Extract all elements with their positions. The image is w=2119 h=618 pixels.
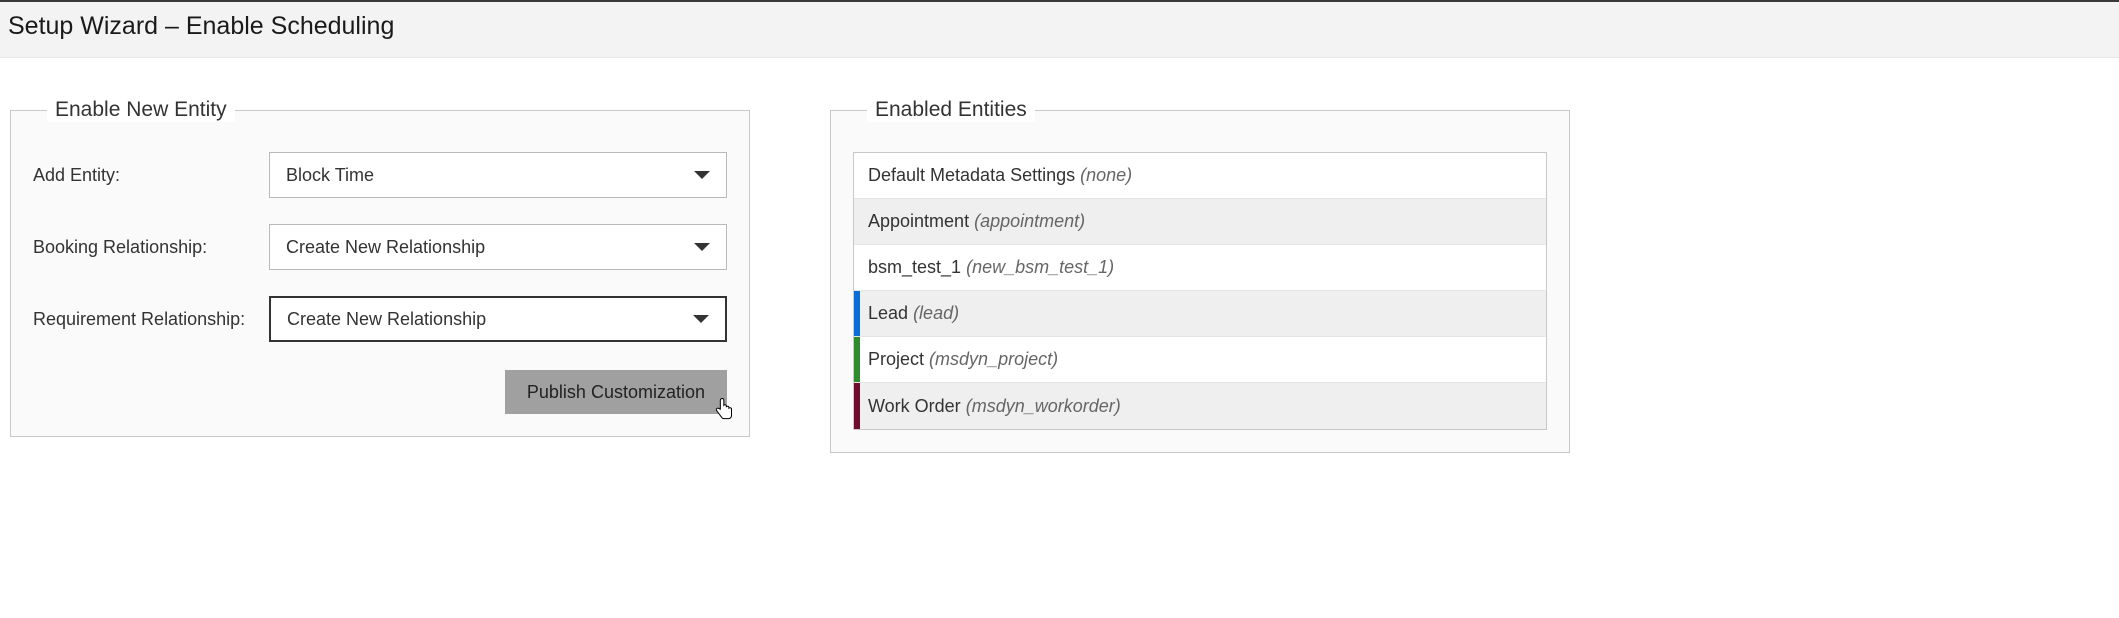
chevron-down-icon — [694, 243, 710, 251]
enable-new-entity-panel: Enable New Entity Add Entity: Block Time… — [10, 98, 750, 437]
entity-display-name: Lead — [868, 303, 908, 323]
page-title: Setup Wizard – Enable Scheduling — [8, 12, 2111, 41]
entity-list-item[interactable]: Work Order (msdyn_workorder) — [854, 383, 1546, 429]
entity-item-label: bsm_test_1 (new_bsm_test_1) — [868, 257, 1114, 278]
add-entity-dropdown[interactable]: Block Time — [269, 152, 727, 198]
button-row: Publish Customization — [33, 370, 727, 414]
entity-list-item[interactable]: Project (msdyn_project) — [854, 337, 1546, 383]
entity-system-name: (appointment) — [974, 211, 1085, 231]
entity-color-bar — [854, 383, 860, 429]
entity-display-name: Default Metadata Settings — [868, 165, 1075, 185]
entity-item-label: Project (msdyn_project) — [868, 349, 1058, 370]
entity-list-item[interactable]: Appointment (appointment) — [854, 199, 1546, 245]
booking-relationship-row: Booking Relationship: Create New Relatio… — [33, 224, 727, 270]
booking-relationship-label: Booking Relationship: — [33, 237, 269, 258]
requirement-relationship-dropdown[interactable]: Create New Relationship — [269, 296, 727, 342]
enabled-entities-legend: Enabled Entities — [867, 98, 1035, 122]
entity-system-name: (new_bsm_test_1) — [966, 257, 1114, 277]
publish-customization-button[interactable]: Publish Customization — [505, 370, 727, 414]
entity-display-name: Work Order — [868, 396, 961, 416]
enabled-entities-panel: Enabled Entities Default Metadata Settin… — [830, 98, 1570, 453]
entity-item-label: Appointment (appointment) — [868, 211, 1085, 232]
entity-color-bar — [854, 337, 860, 382]
entity-system-name: (msdyn_workorder) — [966, 396, 1121, 416]
entity-system-name: (none) — [1080, 165, 1132, 185]
header-bar: Setup Wizard – Enable Scheduling — [0, 0, 2119, 58]
entity-list-item[interactable]: Default Metadata Settings (none) — [854, 153, 1546, 199]
requirement-relationship-row: Requirement Relationship: Create New Rel… — [33, 296, 727, 342]
enable-new-entity-legend: Enable New Entity — [47, 98, 235, 122]
publish-customization-label: Publish Customization — [527, 382, 705, 402]
add-entity-row: Add Entity: Block Time — [33, 152, 727, 198]
requirement-relationship-value: Create New Relationship — [287, 309, 486, 330]
entity-system-name: (lead) — [913, 303, 959, 323]
entity-list-item[interactable]: Lead (lead) — [854, 291, 1546, 337]
enabled-entities-list: Default Metadata Settings (none) Appointm… — [853, 152, 1547, 430]
entity-list-item[interactable]: bsm_test_1 (new_bsm_test_1) — [854, 245, 1546, 291]
chevron-down-icon — [693, 315, 709, 323]
entity-item-label: Work Order (msdyn_workorder) — [868, 396, 1121, 417]
entity-display-name: bsm_test_1 — [868, 257, 961, 277]
entity-display-name: Appointment — [868, 211, 969, 231]
cursor-hand-icon — [713, 398, 735, 424]
add-entity-label: Add Entity: — [33, 165, 269, 186]
entity-system-name: (msdyn_project) — [929, 349, 1058, 369]
booking-relationship-dropdown[interactable]: Create New Relationship — [269, 224, 727, 270]
entity-item-label: Lead (lead) — [868, 303, 959, 324]
entity-display-name: Project — [868, 349, 924, 369]
booking-relationship-value: Create New Relationship — [286, 237, 485, 258]
entity-item-label: Default Metadata Settings (none) — [868, 165, 1132, 186]
content-area: Enable New Entity Add Entity: Block Time… — [0, 58, 2119, 473]
chevron-down-icon — [694, 171, 710, 179]
requirement-relationship-label: Requirement Relationship: — [33, 309, 269, 330]
add-entity-value: Block Time — [286, 165, 374, 186]
entity-color-bar — [854, 291, 860, 336]
